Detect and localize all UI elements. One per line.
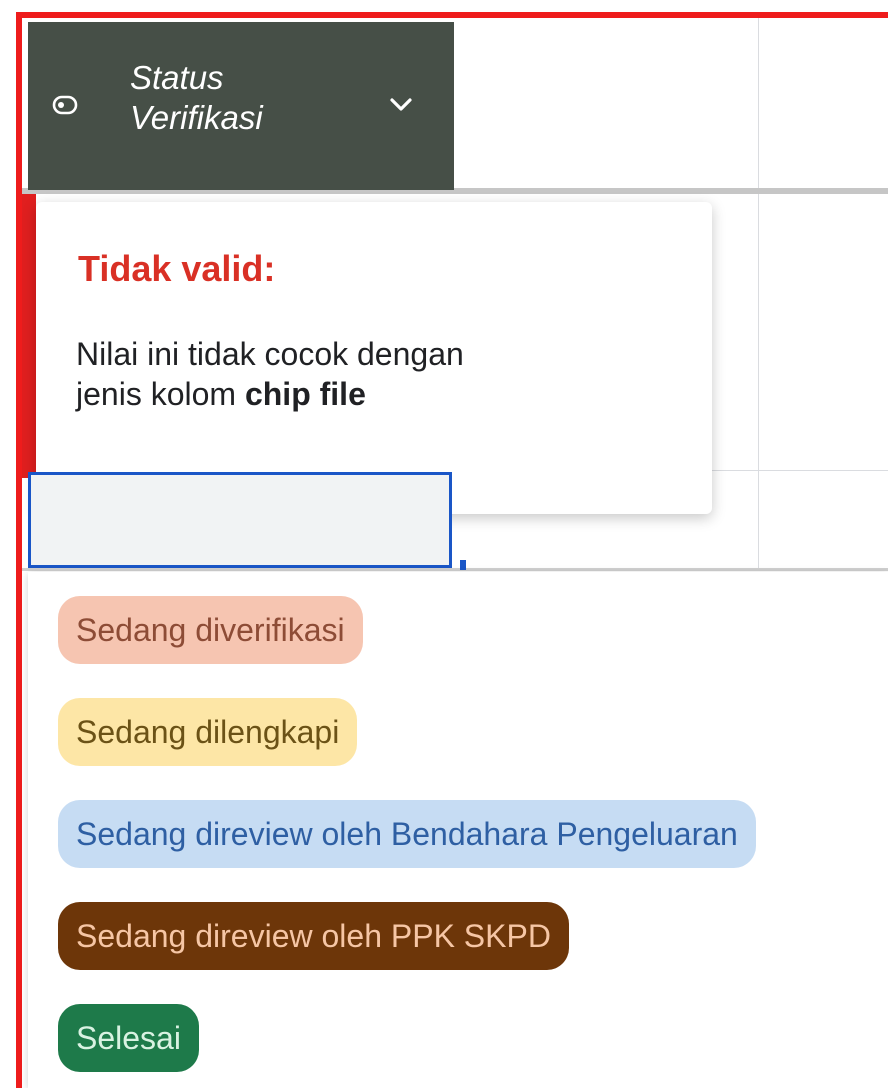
invalid-cell-indicator bbox=[22, 194, 36, 478]
tooltip-message-bold: chip file bbox=[244, 376, 366, 412]
grid-line bbox=[22, 568, 888, 571]
chevron-down-icon[interactable] bbox=[386, 90, 416, 120]
fill-handle[interactable] bbox=[460, 560, 466, 570]
header-title-line1: Status bbox=[130, 59, 224, 96]
tooltip-title: Tidak valid: bbox=[78, 248, 276, 289]
chip-option-direview-ppk-skpd[interactable]: Sedang direview oleh PPK SKPD bbox=[58, 902, 569, 970]
chip-options-dropdown: Sedang diverifikasi Sedang dilengkapi Se… bbox=[28, 572, 888, 1088]
chip-option-selesai[interactable]: Selesai bbox=[58, 1004, 199, 1072]
tooltip-message-line1: Nilai ini tidak cocok dengan bbox=[76, 336, 464, 372]
tooltip-message-line2: jenis kolom chip file bbox=[76, 374, 676, 414]
chip-option-direview-bendahara[interactable]: Sedang direview oleh Bendahara Pengeluar… bbox=[58, 800, 756, 868]
tooltip-message-prefix: jenis kolom bbox=[76, 376, 245, 412]
column-header-title: Status Verifikasi bbox=[130, 58, 350, 138]
chip-option-sedang-diverifikasi[interactable]: Sedang diverifikasi bbox=[58, 596, 363, 664]
tooltip-message: Nilai ini tidak cocok dengan jenis kolom… bbox=[76, 334, 676, 414]
grid-line bbox=[758, 18, 759, 570]
active-cell-input[interactable] bbox=[28, 472, 452, 568]
header-title-line2: Verifikasi bbox=[130, 99, 263, 136]
chip-icon bbox=[52, 95, 78, 115]
chip-option-sedang-dilengkapi[interactable]: Sedang dilengkapi bbox=[58, 698, 358, 766]
validation-tooltip: Tidak valid: Nilai ini tidak cocok denga… bbox=[36, 202, 712, 514]
